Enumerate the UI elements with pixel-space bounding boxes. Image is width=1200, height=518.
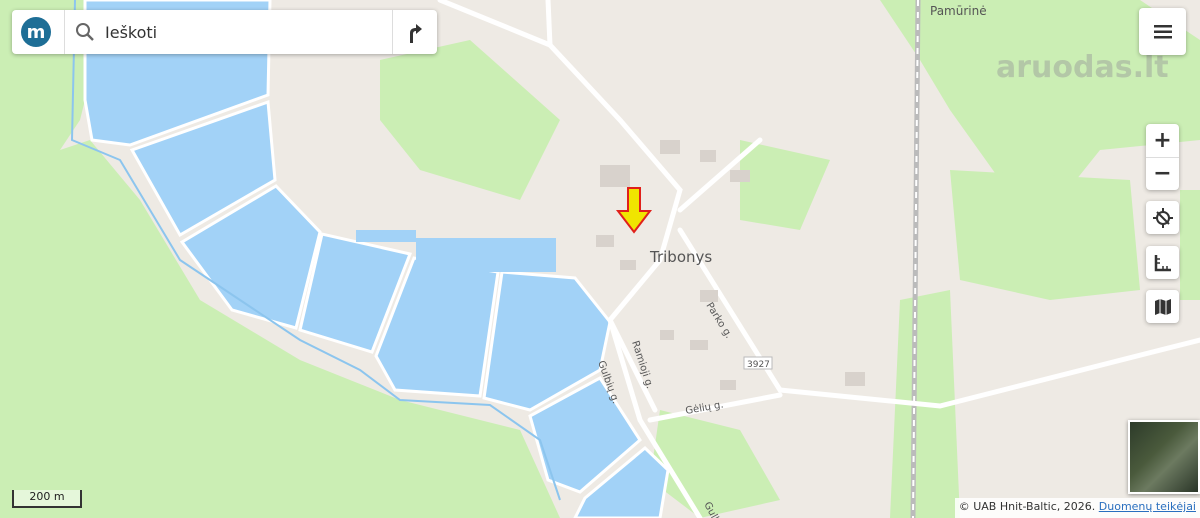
route-button[interactable] [393, 10, 433, 54]
app-logo[interactable]: m [21, 17, 51, 47]
zoom-control: + − [1146, 124, 1179, 190]
locate-button[interactable] [1146, 201, 1179, 234]
village-label: Pamūrinė [930, 4, 987, 18]
watermark: aruodas.lt [996, 50, 1169, 85]
menu-icon [1153, 24, 1172, 38]
scale-bar: 200 m [12, 490, 82, 508]
search-input[interactable] [103, 21, 392, 43]
map-icon [1154, 298, 1171, 315]
locate-icon [1152, 207, 1173, 228]
map-type-button[interactable] [1146, 290, 1179, 323]
search-icon[interactable] [75, 22, 95, 42]
attribution-text: © UAB Hnit-Baltic, 2026. [958, 500, 1099, 513]
satellite-minimap-button[interactable] [1128, 420, 1200, 494]
road [545, 0, 553, 48]
zoom-in-button[interactable]: + [1146, 124, 1179, 158]
divider [64, 10, 65, 54]
town-label: Tribonys [649, 248, 712, 266]
forest-area [1180, 190, 1200, 300]
data-providers-link[interactable]: Duomenų teikėjai [1099, 500, 1196, 513]
road-number: 3927 [747, 360, 770, 370]
measure-icon [1154, 254, 1171, 271]
small-pond [416, 238, 556, 272]
menu-button[interactable] [1139, 8, 1186, 55]
small-pond [356, 230, 416, 242]
route-icon [410, 24, 422, 43]
attribution: © UAB Hnit-Baltic, 2026. Duomenų teikėja… [954, 498, 1200, 518]
search-bar: m [12, 10, 437, 54]
measure-button[interactable] [1146, 246, 1179, 279]
forest-area [950, 170, 1140, 300]
zoom-out-button[interactable]: − [1146, 158, 1179, 191]
